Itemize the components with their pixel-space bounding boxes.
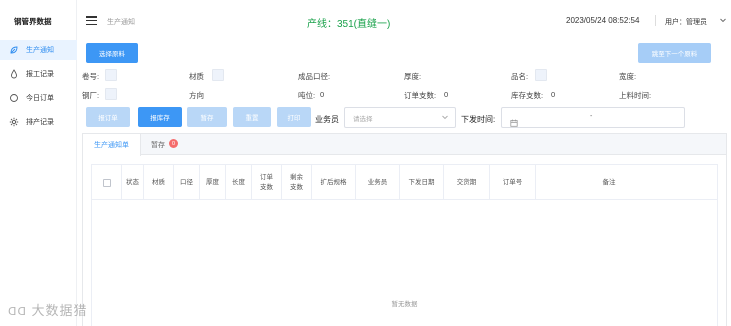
column-header: 交货期 <box>444 165 490 200</box>
column-header: 下发日期 <box>400 165 444 200</box>
sidebar-item-production-notice[interactable]: 生产通知 <box>0 40 77 60</box>
brand-title: 钢管界数据 <box>14 17 52 26</box>
drafts-count-badge: 0 <box>169 139 178 148</box>
select-all-checkbox[interactable] <box>102 178 111 187</box>
chevron-down-icon[interactable] <box>719 16 727 26</box>
reset-button[interactable]: 重置 <box>233 107 271 127</box>
stock-count-label: 库存支数: <box>511 91 544 100</box>
table-header: 状态 材质 口径 厚度 长度 订单 支数 剩余 支数 扩后规格 业务员 下发日期 交货期 订单号 备注 <box>92 165 717 200</box>
stock-count-value: 0 <box>551 90 556 99</box>
steel-mill-label: 钢厂: <box>82 91 100 100</box>
chevron-down-icon <box>441 113 449 123</box>
column-header: 口径 <box>174 165 200 200</box>
material-value <box>212 69 224 81</box>
watermark-logo-icon: ᗡᗡ <box>8 306 27 318</box>
calendar-icon <box>510 114 518 132</box>
column-header: 材质 <box>144 165 174 200</box>
direction-label: 方向 <box>189 91 204 100</box>
width-label: 宽度: <box>619 72 637 81</box>
finished-diameter-label: 成品口径: <box>298 72 331 81</box>
coil-no-label: 卷号: <box>82 72 100 81</box>
breadcrumb: 生产通知 <box>107 19 135 26</box>
coil-no-value <box>105 69 117 81</box>
order-count-value: 0 <box>444 90 449 99</box>
product-name-value <box>535 69 547 81</box>
next-material-button[interactable]: 跳至下一个原料 <box>638 43 711 63</box>
user-label: 用户： <box>665 19 686 26</box>
material-label: 材质 <box>189 72 204 81</box>
salesperson-label: 业务员 <box>315 115 339 124</box>
column-header: 厚度 <box>200 165 226 200</box>
tab-production-notice[interactable]: 生产通知单 <box>83 134 141 156</box>
report-order-button[interactable]: 报订单 <box>86 107 130 127</box>
current-datetime: 2023/05/24 08:52:54 <box>566 16 640 25</box>
watermark-text: 大数据猎 <box>31 303 88 318</box>
notice-table: 状态 材质 口径 厚度 长度 订单 支数 剩余 支数 扩后规格 业务员 下发日期 交货期 订单号 备注 … <box>91 164 718 326</box>
empty-state-text: 暂无数据 <box>391 301 418 308</box>
select-all-checkbox-cell <box>92 165 122 200</box>
user-name: 管理员 <box>686 19 707 26</box>
issue-time-label: 下发时间: <box>461 115 496 124</box>
column-header: 状态 <box>122 165 144 200</box>
tab-bar: 生产通知单 暂存 0 <box>83 134 726 156</box>
tab-drafts[interactable]: 暂存 <box>151 134 165 155</box>
salesperson-placeholder: 请选择 <box>353 115 373 123</box>
production-line-title: 产线：351(直缝一) <box>307 19 391 30</box>
ton-value: 0 <box>320 90 325 99</box>
menu-toggle-icon[interactable] <box>86 16 97 26</box>
select-material-button[interactable]: 选择原料 <box>86 43 138 63</box>
ton-label: 吨位: <box>298 91 316 100</box>
column-header: 订单号 <box>490 165 536 200</box>
app-root: 钢管界数据 生产通知 报工记录 今日订单 排产记录 生产通知 产线：351(直缝… <box>0 0 731 326</box>
circle-icon <box>8 92 20 104</box>
print-button[interactable]: 打印 <box>277 107 311 127</box>
salesperson-select[interactable]: 请选择 <box>344 107 456 128</box>
leaf-icon <box>8 44 20 56</box>
issue-date-range-picker[interactable]: - <box>501 107 685 128</box>
notice-panel: 生产通知单 暂存 0 状态 材质 口径 厚度 长度 订单 支数 剩余 支数 扩后规格 业务员 下发… <box>82 133 727 326</box>
column-header: 订单 支数 <box>252 165 282 200</box>
watermark: ᗡᗡ 大数据猎 <box>8 300 88 319</box>
column-header: 业务员 <box>356 165 400 200</box>
sidebar-item-label: 报工记录 <box>26 71 54 78</box>
thickness-label: 厚度: <box>404 72 422 81</box>
sidebar: 钢管界数据 生产通知 报工记录 今日订单 排产记录 <box>0 0 77 326</box>
gear-icon <box>8 116 20 128</box>
sidebar-item-label: 生产通知 <box>26 47 54 54</box>
column-header: 长度 <box>226 165 252 200</box>
steel-mill-value <box>105 88 117 100</box>
tab-drafts-label: 暂存 <box>151 141 165 149</box>
save-draft-button[interactable]: 暂存 <box>187 107 227 127</box>
product-name-label: 品名: <box>511 72 529 81</box>
order-count-label: 订单支数: <box>404 91 437 100</box>
column-header: 扩后规格 <box>312 165 356 200</box>
sidebar-item-label: 今日订单 <box>26 95 54 102</box>
column-header: 备注 <box>602 178 616 186</box>
feed-time-label: 上料时间: <box>619 91 652 100</box>
sidebar-item-schedule-records[interactable]: 排产记录 <box>0 112 77 132</box>
header-divider <box>655 15 656 26</box>
report-stock-button[interactable]: 报库存 <box>138 107 182 127</box>
sidebar-item-work-report[interactable]: 报工记录 <box>0 64 77 84</box>
date-range-separator: - <box>590 113 593 120</box>
sidebar-item-label: 排产记录 <box>26 119 54 126</box>
column-header: 剩余 支数 <box>282 165 312 200</box>
user-menu[interactable]: 用户：管理员 <box>665 17 707 27</box>
sidebar-item-today-orders[interactable]: 今日订单 <box>0 88 77 108</box>
drop-icon <box>8 68 20 80</box>
